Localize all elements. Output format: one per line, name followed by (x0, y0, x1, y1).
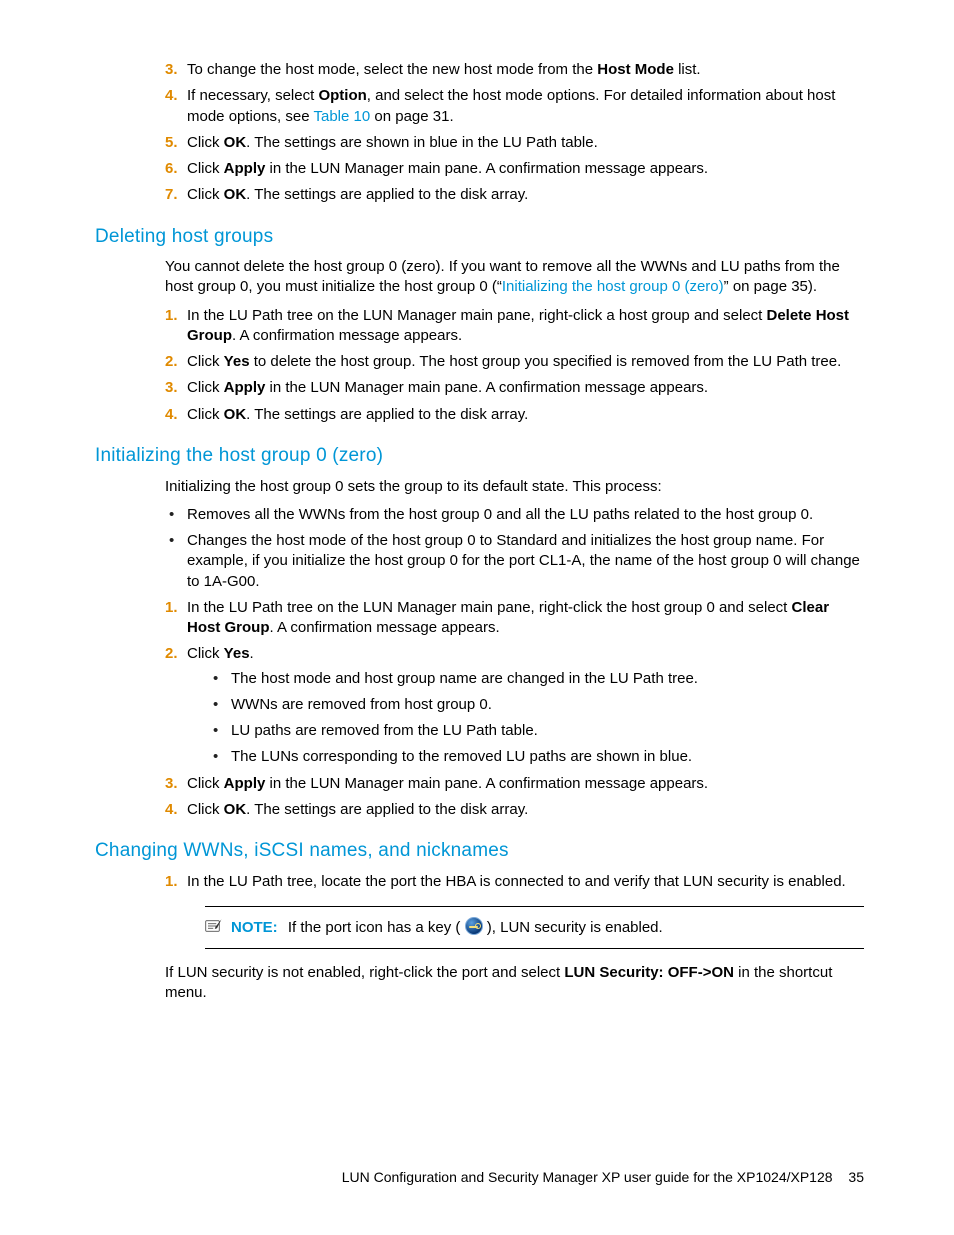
sec2-body: Initializing the host group 0 sets the g… (165, 477, 864, 821)
note-text: NOTE: If the port icon has a key ( ), LU… (231, 917, 663, 938)
list-item: 7.Click OK. The settings are applied to … (165, 185, 864, 205)
list-item: 4.If necessary, select Option, and selec… (165, 86, 864, 127)
list-item: 4.Click OK. The settings are applied to … (165, 800, 864, 820)
list-item: LU paths are removed from the LU Path ta… (209, 721, 864, 741)
cross-ref-link[interactable]: Table 10 (313, 108, 370, 125)
list-item: The LUNs corresponding to the removed LU… (209, 747, 864, 767)
link-init-host-group-0[interactable]: Initializing the host group 0 (zero) (502, 278, 724, 295)
list-item: 6.Click Apply in the LUN Manager main pa… (165, 159, 864, 179)
list-item: 3.Click Apply in the LUN Manager main pa… (165, 774, 864, 794)
list-item: 4.Click OK. The settings are applied to … (165, 405, 864, 425)
list-item: 2.Click Yes.The host mode and host group… (165, 644, 864, 767)
list-item: 1.In the LU Path tree on the LUN Manager… (165, 306, 864, 347)
list-item: Removes all the WWNs from the host group… (165, 505, 864, 525)
list-item: Changes the host mode of the host group … (165, 531, 864, 592)
list-item: 1.In the LU Path tree on the LUN Manager… (165, 598, 864, 639)
page-footer: LUN Configuration and Security Manager X… (342, 1168, 864, 1187)
sec1-body: You cannot delete the host group 0 (zero… (165, 257, 864, 425)
sec3-body: 1. In the LU Path tree, locate the port … (165, 872, 864, 1004)
list-item: 3.To change the host mode, select the ne… (165, 60, 864, 80)
list-item: 3.Click Apply in the LUN Manager main pa… (165, 378, 864, 398)
page-number: 35 (848, 1169, 864, 1185)
heading-deleting-host-groups: Deleting host groups (95, 224, 864, 250)
continued-steps: 3.To change the host mode, select the ne… (165, 60, 864, 206)
page-content: 3.To change the host mode, select the ne… (0, 0, 954, 1004)
list-item: The host mode and host group name are ch… (209, 669, 864, 689)
heading-changing-wwns: Changing WWNs, iSCSI names, and nickname… (95, 838, 864, 864)
sec2-intro: Initializing the host group 0 sets the g… (165, 477, 864, 497)
heading-init-host-group-0: Initializing the host group 0 (zero) (95, 443, 864, 469)
sec3-after-note: If LUN security is not enabled, right-cl… (165, 963, 864, 1004)
sec1-intro: You cannot delete the host group 0 (zero… (165, 257, 864, 298)
list-item: 2.Click Yes to delete the host group. Th… (165, 352, 864, 372)
port-key-icon (465, 917, 483, 935)
note-box: NOTE: If the port icon has a key ( ), LU… (205, 906, 864, 949)
note-pencil-icon (205, 918, 223, 934)
list-item: 1. In the LU Path tree, locate the port … (165, 872, 864, 892)
list-item: WWNs are removed from host group 0. (209, 695, 864, 715)
list-item: 5.Click OK. The settings are shown in bl… (165, 133, 864, 153)
